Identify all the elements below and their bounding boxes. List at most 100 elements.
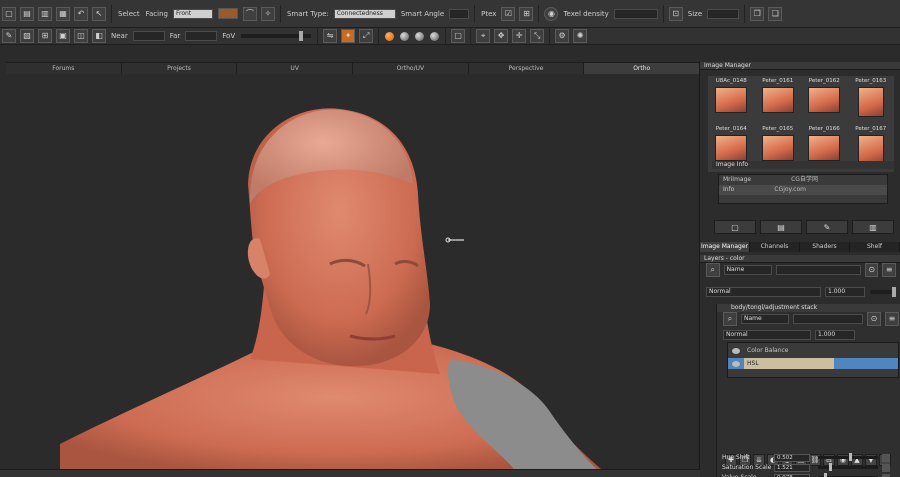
open-file-icon[interactable]: ▤	[20, 6, 34, 21]
filter-text-input[interactable]	[775, 265, 861, 275]
texel-density-field[interactable]	[613, 8, 658, 19]
opacity-slider[interactable]	[870, 287, 896, 297]
paste-icon[interactable]: ❏	[768, 6, 783, 21]
image-thumbnail[interactable]: Peter_0162	[801, 76, 848, 124]
fov-slider[interactable]	[241, 31, 312, 41]
material-sphere-icon[interactable]	[430, 31, 440, 41]
layer-row[interactable]: Color Balance	[728, 345, 898, 356]
fov-slider-knob[interactable]	[299, 31, 304, 41]
divider	[111, 4, 112, 23]
opacity-field[interactable]: 1.000	[825, 287, 865, 297]
transform-icon[interactable]: ⤢	[359, 29, 374, 43]
smart-type-dropdown[interactable]: Connectedness	[333, 8, 396, 19]
property-slider[interactable]	[818, 463, 878, 471]
save-file-icon[interactable]: ▥	[38, 6, 52, 21]
import-image-icon[interactable]: ▤	[760, 220, 802, 234]
near-field[interactable]	[132, 31, 165, 41]
new-file-icon[interactable]: ▢	[2, 6, 16, 21]
tab-forums[interactable]: Forums	[6, 63, 122, 74]
snapshot-icon[interactable]: ◫	[74, 29, 88, 43]
property-dropdown-icon[interactable]	[882, 453, 890, 462]
settings-icon[interactable]: ⚙	[555, 29, 570, 43]
filter-field[interactable]: Name	[723, 265, 772, 275]
far-field[interactable]	[185, 31, 218, 41]
info-row[interactable]: Info CGjoy.com	[719, 185, 887, 195]
property-slider-knob[interactable]	[823, 473, 827, 477]
blend-mode-dropdown[interactable]: Normal	[706, 287, 821, 297]
undo-icon[interactable]: ↶	[74, 6, 88, 21]
property-value-field[interactable]: 1.521	[774, 463, 810, 472]
shaded-sphere-icon[interactable]	[385, 31, 395, 41]
lit-sphere-icon[interactable]	[415, 31, 425, 41]
stack-options-icon[interactable]: ⊙	[867, 312, 881, 326]
panel-tab-shaders[interactable]: Shaders	[800, 242, 850, 252]
export-icon[interactable]: ▦	[56, 6, 70, 21]
eye-icon[interactable]	[732, 347, 740, 354]
stack-opacity-field[interactable]: 1.000	[815, 330, 855, 340]
magic-wand-icon[interactable]: ✧	[260, 6, 275, 21]
edit-image-icon[interactable]: ✎	[806, 220, 848, 234]
layout-icon[interactable]: ▣	[56, 29, 70, 43]
tab-projects[interactable]: Projects	[122, 63, 238, 74]
image-thumbnail[interactable]: Peter_0163	[848, 76, 895, 124]
options-icon[interactable]: ⊙	[864, 263, 879, 277]
tab-uv[interactable]: UV	[237, 63, 354, 74]
stack-blend-dropdown[interactable]: Normal	[723, 330, 811, 340]
select-tool-icon[interactable]: ↖	[92, 6, 106, 21]
flat-sphere-icon[interactable]	[400, 31, 410, 41]
property-slider-knob[interactable]	[829, 463, 833, 471]
copy-icon[interactable]: ❐	[750, 6, 765, 21]
new-image-icon[interactable]: ▢	[714, 220, 756, 234]
snap-icon[interactable]: ⌖	[476, 29, 491, 43]
3d-viewport[interactable]	[0, 74, 700, 477]
tab-ortho-uv[interactable]: Ortho/UV	[353, 63, 469, 74]
property-slider-knob[interactable]	[849, 453, 853, 461]
layer-row[interactable]: HSL	[728, 358, 898, 369]
panel-tab-channels[interactable]: Channels	[750, 242, 800, 252]
move-icon[interactable]: ✥	[494, 29, 509, 43]
eye-icon[interactable]	[732, 360, 740, 367]
panel-tab-image-manager[interactable]: Image Manager	[700, 242, 750, 252]
ptex-checkbox-icon[interactable]: ☑	[501, 6, 516, 21]
texel-density-icon[interactable]: ◉	[544, 6, 559, 21]
smart-angle-field[interactable]	[449, 8, 470, 19]
opacity-slider-knob[interactable]	[892, 287, 896, 297]
size-field[interactable]	[707, 8, 740, 19]
image-thumbnail[interactable]: U8Ac_0148	[708, 76, 755, 124]
divider	[445, 27, 447, 45]
facing-dropdown[interactable]: Front	[172, 8, 213, 19]
pan-icon[interactable]: ✛	[512, 29, 527, 43]
flip-icon[interactable]: ⇋	[323, 29, 338, 43]
grid-toggle-icon[interactable]: ⊞	[519, 6, 534, 21]
property-value-field[interactable]: 0.978	[774, 473, 810, 477]
panel-tab-shelf[interactable]: Shelf	[850, 242, 900, 252]
image-thumbnail[interactable]: Peter_0161	[755, 76, 802, 124]
menu-icon[interactable]: ≡	[882, 263, 897, 277]
light-icon[interactable]: ✺	[573, 29, 588, 43]
property-dropdown-icon[interactable]	[882, 463, 890, 472]
stack-filter-field[interactable]: Name	[741, 314, 789, 324]
camera-icon[interactable]: ◧	[92, 29, 106, 43]
property-slider[interactable]	[818, 453, 878, 461]
stack-menu-icon[interactable]: ≡	[885, 312, 899, 326]
stack-search-icon[interactable]: ⌕	[723, 312, 737, 326]
paint-icon[interactable]: ✎	[2, 29, 16, 43]
color-swatch[interactable]	[217, 8, 238, 19]
thumbnail-image	[715, 135, 748, 161]
far-label: Far	[169, 32, 181, 40]
stack-filter-input[interactable]	[793, 314, 863, 324]
property-value-field[interactable]: 0.502	[774, 453, 810, 462]
info-row[interactable]: MriImage CG自学网	[719, 175, 887, 185]
search-icon[interactable]: ⌕	[706, 263, 720, 277]
brush-icon[interactable]: ✦	[341, 29, 356, 43]
size-toggle-icon[interactable]: ⊡	[668, 6, 683, 21]
tab-perspective[interactable]: Perspective	[469, 63, 585, 74]
lasso-icon[interactable]: ⌒	[242, 6, 257, 21]
tab-ortho[interactable]: Ortho	[584, 63, 701, 74]
fill-icon[interactable]: ▧	[20, 29, 34, 43]
frame-icon[interactable]: ▢	[451, 29, 466, 43]
scale-icon[interactable]: ⤡	[530, 29, 545, 43]
delete-image-icon[interactable]: ▥	[852, 220, 894, 234]
property-dropdown-icon[interactable]	[882, 473, 890, 477]
grid-icon[interactable]: ⊞	[38, 29, 52, 43]
